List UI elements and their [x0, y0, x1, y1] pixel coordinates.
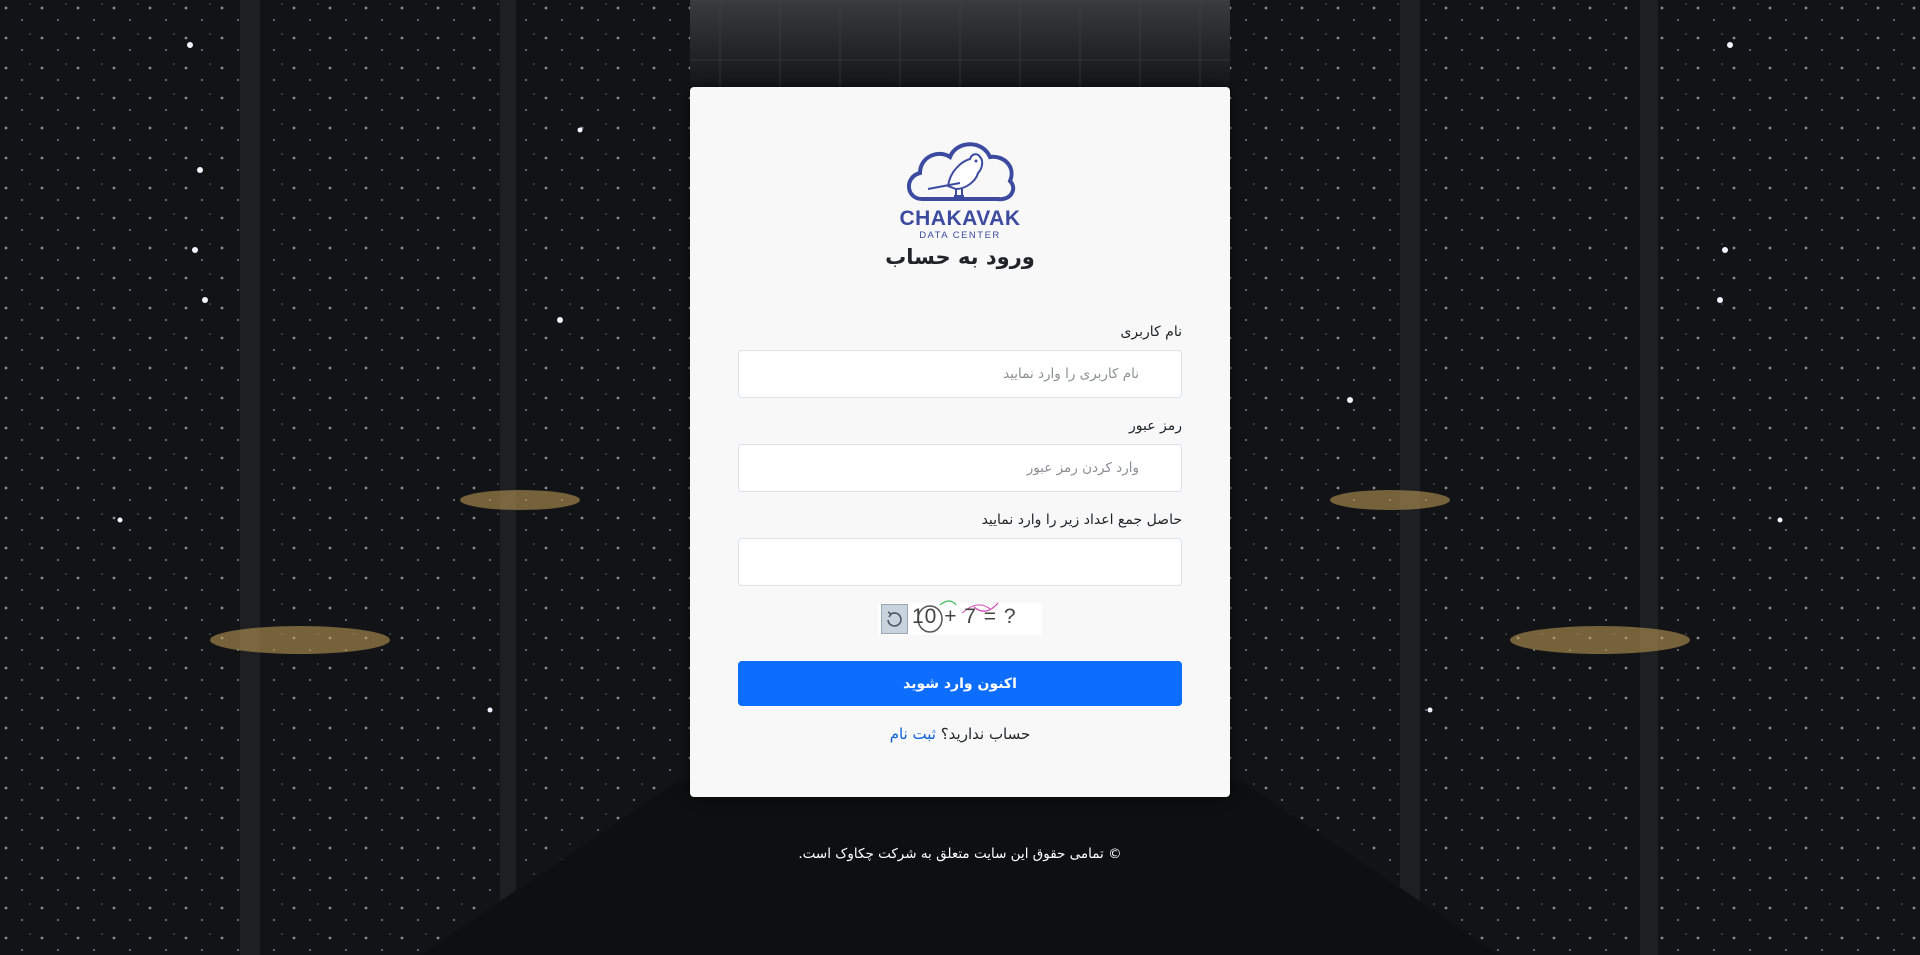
password-input[interactable]: [738, 444, 1182, 492]
signup-prompt: حساب ندارید؟ ثبت نام: [690, 725, 1230, 743]
username-input[interactable]: [738, 350, 1182, 398]
brand-subtitle: DATA CENTER: [919, 230, 1001, 241]
captcha-refresh-button[interactable]: [881, 604, 908, 634]
login-submit-button[interactable]: اکنون وارد شوید: [738, 661, 1182, 706]
captcha-answer-input[interactable]: [738, 538, 1182, 586]
page-title: ورود به حساب: [885, 245, 1035, 269]
signup-prompt-text: حساب ندارید؟: [940, 725, 1031, 743]
signup-link[interactable]: ثبت نام: [890, 725, 936, 743]
refresh-icon: [887, 611, 902, 627]
captcha-expression: 10 + 7 = ?: [912, 605, 1017, 628]
brand-name: CHAKAVAK: [899, 207, 1021, 230]
password-label: رمز عبور: [1128, 418, 1182, 434]
login-card: CHAKAVAK DATA CENTER ورود به حساب نام کا…: [690, 87, 1230, 797]
username-label: نام کاربری: [1120, 324, 1182, 340]
footer-copyright: © تمامی حقوق این سایت متعلق به شرکت چکاو…: [798, 846, 1122, 862]
captcha-label: حاصل جمع اعداد زیر را وارد نمایید: [981, 512, 1182, 528]
